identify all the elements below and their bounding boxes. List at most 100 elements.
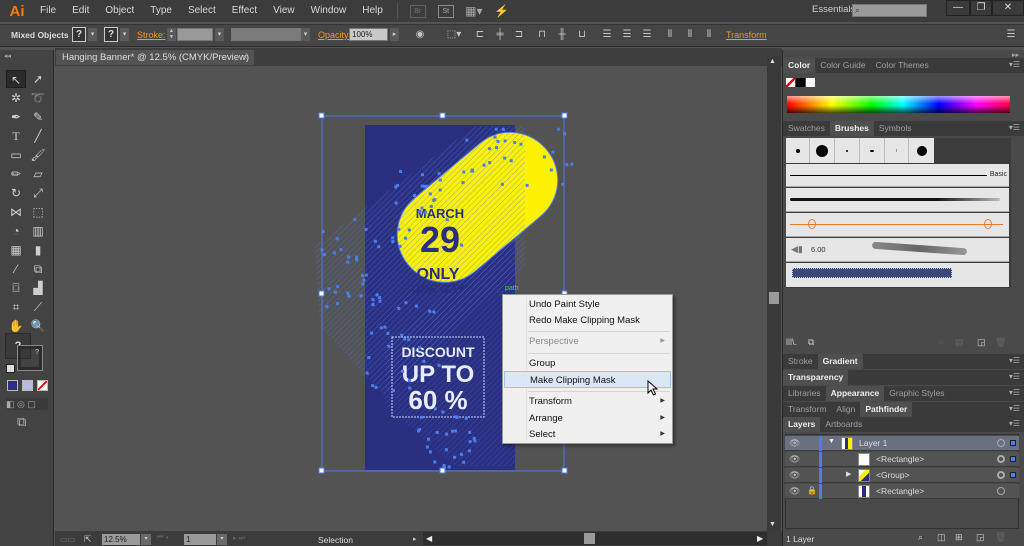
menu-item-transform[interactable]: Transform ▶ [504,393,671,410]
distribute-horizontal-center-icon[interactable]: ⫴ [684,29,696,41]
gpu-performance-icon[interactable]: ⚡ [494,4,510,18]
opacity-input[interactable]: 100% [349,28,388,41]
distribute-bottom-icon[interactable]: ☰ [641,29,653,41]
panel-menu-icon[interactable]: ▾☰ [1009,372,1020,381]
locate-object-icon[interactable]: ⌕ [918,532,923,543]
next-artboard-icon[interactable]: ▸ ⏭ [233,534,245,543]
shape-builder-tool-icon[interactable]: ◔ [6,222,26,240]
artboard-number-input[interactable]: 1 [184,534,216,545]
tab-brushes[interactable]: Brushes [829,121,874,136]
menu-item-undo-paint-style[interactable]: Undo Paint Style [504,296,671,313]
brush-swatch[interactable] [786,138,810,163]
brush-options-icon[interactable]: ▤ [955,337,964,348]
new-brush-icon[interactable]: ◲ [977,337,986,348]
share-icon[interactable]: ⇱ [84,534,92,545]
brush-swatch[interactable] [860,138,885,163]
tab-layers[interactable]: Layers [783,417,821,432]
align-horizontal-center-icon[interactable]: ╪ [494,29,506,41]
line-tool-icon[interactable]: ╱ [28,127,48,145]
panel-menu-icon[interactable]: ▾☰ [1009,419,1020,428]
none-mode-icon[interactable] [37,380,48,391]
recolor-artwork-icon[interactable]: ◉ [414,29,426,41]
draw-behind-icon[interactable]: ◎ [17,399,25,409]
scroll-down-icon[interactable]: ▼ [769,521,776,528]
tab-color[interactable]: Color [783,58,816,73]
pen-tool-icon[interactable]: ✒ [6,108,26,126]
arrange-documents-icon[interactable]: ▦▾ [465,4,482,18]
curvature-tool-icon[interactable]: ✎ [28,108,48,126]
visibility-eye-icon[interactable]: 👁 [789,470,800,481]
libraries-panel-icon[interactable]: ⧉ [808,337,814,348]
panel-menu-icon[interactable]: ▾☰ [1009,388,1020,397]
mesh-tool-icon[interactable]: ▦ [6,241,26,259]
zoom-level-input[interactable]: 12.5% [102,534,140,545]
align-top-icon[interactable]: ⊓ [536,29,548,41]
align-vertical-center-icon[interactable]: ╫ [556,29,568,41]
menu-type[interactable]: Type [142,0,180,22]
default-fill-stroke-icon[interactable] [6,364,15,373]
selection-indicator[interactable] [1010,456,1016,462]
lasso-tool-icon[interactable]: ➰ [28,89,48,107]
paintbrush-tool-icon[interactable]: 🖌 [28,146,48,164]
arrow-brush-row[interactable] [786,213,1009,237]
menu-item-redo-make-clipping-mask[interactable]: Redo Make Clipping Mask [504,312,671,329]
delete-layer-icon[interactable]: 🗑 [995,532,1006,543]
transform-link[interactable]: Transform [726,30,767,40]
close-window-button[interactable]: ✕ [992,0,1024,16]
target-circle-icon[interactable] [997,471,1005,479]
layer-row[interactable]: 👁 <Rectangle> [785,452,1019,467]
basic-brush-row[interactable]: Basic [786,164,1009,187]
tab-transparency[interactable]: Transparency [783,370,849,385]
tab-swatches[interactable]: Swatches [783,121,830,136]
collapse-tools-icon[interactable]: ◂◂ [4,52,11,60]
align-left-icon[interactable]: ⊏ [474,29,486,41]
status-menu-arrow-icon[interactable]: ▸ [413,535,417,543]
drawing-modes[interactable]: ◧ ◎ ▢ [6,398,48,410]
color-spectrum[interactable] [787,96,1010,113]
stroke-indicator[interactable]: ? [17,345,43,371]
menu-file[interactable]: File [32,0,64,22]
menu-window[interactable]: Window [303,0,355,22]
panel-menu-icon[interactable]: ▾☰ [1009,404,1020,413]
layer-name[interactable]: <Rectangle> [876,486,924,496]
tab-gradient[interactable]: Gradient [817,354,863,369]
menu-view[interactable]: View [265,0,303,22]
fill-dropdown[interactable]: ▾ [88,28,97,41]
panel-menu-icon[interactable]: ▾☰ [1009,123,1020,132]
menu-item-make-clipping-mask[interactable]: Make Clipping Mask [504,371,671,388]
gradient-mode-icon[interactable] [22,380,33,391]
stroke-swatch[interactable]: ? [104,27,118,42]
draw-normal-icon[interactable]: ◧ [6,399,15,409]
pencil-tool-icon[interactable]: ✏ [6,165,26,183]
target-circle-icon[interactable] [997,487,1005,495]
target-circle-icon[interactable] [997,439,1005,447]
artboard-tool-icon[interactable]: ⌗ [6,298,26,316]
width-tool-icon[interactable]: ⋈ [6,203,26,221]
tab-stroke[interactable]: Stroke [783,354,818,369]
current-tool-status[interactable]: Selection [318,535,353,545]
horizontal-scroll-thumb[interactable] [584,533,595,544]
make-clipping-mask-icon[interactable]: ◫ [937,532,946,543]
gradient-tool-icon[interactable]: ▮ [28,241,48,259]
column-graph-tool-icon[interactable]: ▟ [28,279,48,297]
selection-indicator[interactable] [1010,472,1016,478]
scroll-right-icon[interactable]: ▶ [757,534,763,543]
menu-edit[interactable]: Edit [64,0,97,22]
opacity-label[interactable]: Opacity: [318,30,351,40]
align-right-icon[interactable]: ⊐ [513,29,525,41]
visibility-eye-icon[interactable]: 👁 [789,486,800,497]
blend-tool-icon[interactable]: ⧉ [28,260,48,278]
menu-item-select[interactable]: Select ▶ [504,426,671,443]
tab-color-themes[interactable]: Color Themes [871,58,934,73]
stroke-weight-stepper[interactable]: ▲ ▼ [167,28,176,41]
menu-help[interactable]: Help [354,0,391,22]
selection-indicator[interactable] [1010,440,1016,446]
tab-transform[interactable]: Transform [783,402,831,417]
tab-pathfinder[interactable]: Pathfinder [860,402,913,417]
perspective-grid-tool-icon[interactable]: ▥ [28,222,48,240]
panel-menu-icon[interactable]: ▾☰ [1009,60,1020,69]
menu-object[interactable]: Object [97,0,142,22]
layer-row[interactable]: 👁 ▼ Layer 1 [785,436,1019,451]
collapse-layer-icon[interactable]: ▼ [828,438,835,445]
tab-symbols[interactable]: Symbols [874,121,917,136]
